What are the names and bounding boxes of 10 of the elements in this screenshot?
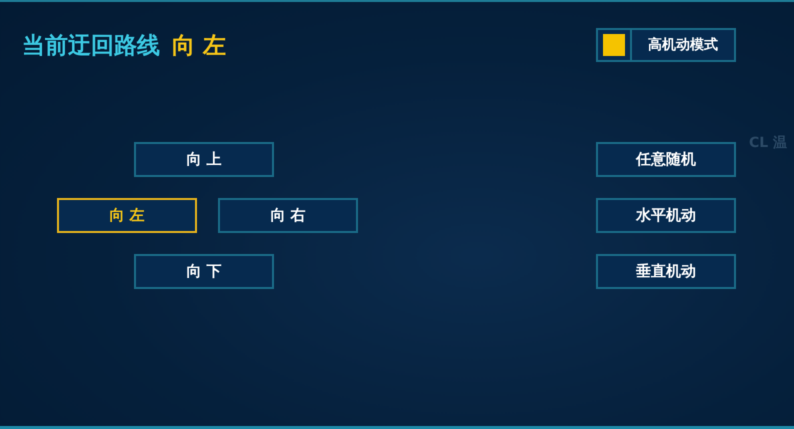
current-route: 向 左	[172, 32, 226, 60]
direction-button[interactable]: 向 上	[134, 142, 274, 177]
direction-button[interactable]: 向 右	[218, 198, 358, 233]
route-title: 当前迂回路线	[22, 32, 160, 60]
maneuver-button[interactable]: 垂直机动	[596, 254, 736, 289]
mode-toggle[interactable]: 高机动模式	[596, 28, 736, 62]
maneuver-button[interactable]: 任意随机	[596, 142, 736, 177]
direction-button[interactable]: 向 左	[57, 198, 197, 233]
direction-button[interactable]: 向 下	[134, 254, 274, 289]
maneuver-button[interactable]: 水平机动	[596, 198, 736, 233]
